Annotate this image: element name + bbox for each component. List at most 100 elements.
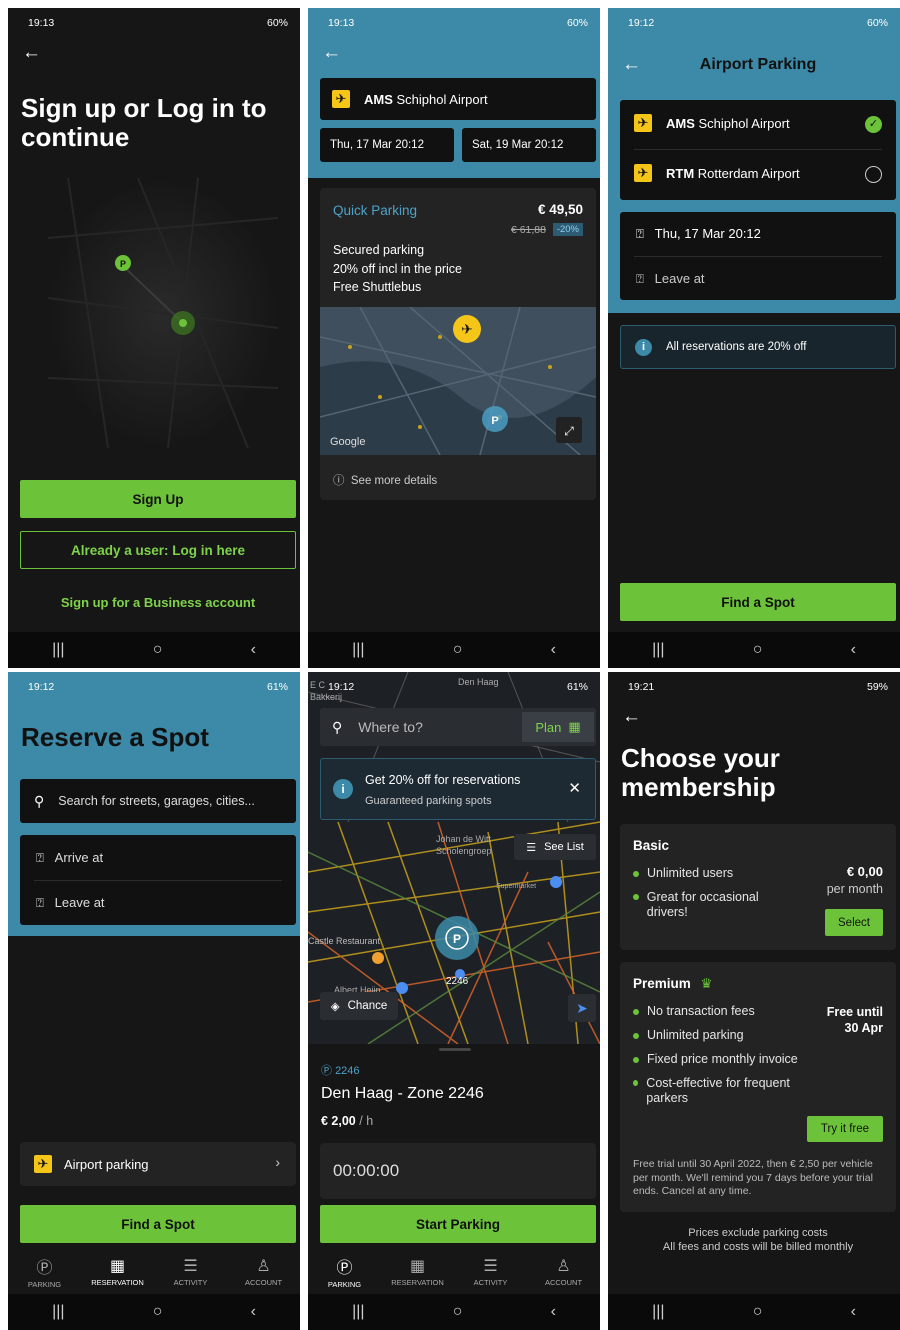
airport-selector[interactable]: ✈ AMS Schiphol Airport	[320, 78, 596, 120]
leave-field[interactable]: ⍰ Leave at	[36, 895, 105, 911]
plan-basic: Basic Unlimited users Great for occasion…	[620, 824, 896, 950]
nav-back-icon[interactable]: ‹	[251, 641, 256, 659]
time-selector: ⍰ Thu, 17 Mar 20:12 ⍰ Leave at	[620, 212, 896, 300]
info-icon: i	[333, 779, 353, 799]
date-to[interactable]: Sat, 19 Mar 20:12	[462, 128, 596, 162]
close-icon[interactable]: ✕	[568, 779, 581, 797]
plan-price: € 0,00	[846, 864, 883, 879]
try-free-button[interactable]: Try it free	[807, 1116, 883, 1142]
see-more-details[interactable]: ⓘ See more details	[333, 472, 437, 488]
tab-label: ACTIVITY	[473, 1277, 508, 1287]
airplane-icon: ✈	[634, 164, 652, 182]
system-nav: ||| ○ ‹	[308, 1294, 600, 1330]
footer-note: Prices exclude parking costs	[688, 1227, 828, 1239]
tab-account[interactable]: ♙ ACCOUNT	[529, 1256, 599, 1287]
parking-sign-icon: ⍰	[36, 850, 44, 865]
back-arrow-icon[interactable]: ←	[622, 706, 641, 728]
tab-account[interactable]: ♙ ACCOUNT	[229, 1256, 299, 1287]
airport-list: ✈ AMS Schiphol Airport ✓ ✈ RTM Rotterdam A…	[620, 100, 896, 200]
plan-price: Free until 30 Apr	[826, 1005, 883, 1035]
airport-parking-item[interactable]: ✈ Airport parking ›	[20, 1142, 296, 1186]
time-selector: ⍰ Arrive at ⍰ Leave at	[20, 835, 296, 925]
svg-text:Johan de Witt: Johan de Witt	[436, 834, 492, 844]
info-banner: i All reservations are 20% off	[620, 325, 896, 369]
leave-field[interactable]: ⍰ Leave at	[636, 271, 705, 287]
screen-signup: 19:13 60% ← Sign up or Log in to continue…	[8, 8, 300, 668]
layers-button[interactable]: ◈ Chance	[320, 992, 398, 1020]
feature-item: Secured parking	[333, 243, 425, 257]
parking-pin-icon: P	[435, 916, 479, 960]
leave-label: Leave at	[54, 895, 105, 910]
account-icon: ♙	[256, 1257, 271, 1275]
search-input[interactable]: ⚲ Search for streets, garages, cities...	[20, 779, 296, 823]
offer-card[interactable]: Quick Parking € 49,50 € 61,88 -20% Secur…	[320, 188, 596, 500]
battery-level: 60%	[266, 17, 288, 29]
find-spot-button[interactable]: Find a Spot	[620, 583, 896, 621]
shop-pin-icon	[396, 982, 408, 994]
plan-price-unit: per month	[826, 882, 883, 896]
airport-option-ams[interactable]: ✈ AMS Schiphol Airport	[634, 114, 790, 132]
airport-option-rtm[interactable]: ✈ RTM Rotterdam Airport	[634, 164, 800, 182]
system-nav: ||| ○ ‹	[308, 632, 600, 668]
promo-banner: i Get 20% off for reservations Guarantee…	[320, 758, 596, 820]
bottom-nav: Ⓟ PARKING ▦ RESERVATION ☰ ACTIVITY ♙ ACCOUNT	[308, 1248, 600, 1294]
login-button[interactable]: Already a user: Log in here	[20, 531, 296, 569]
info-text: All reservations are 20% off	[666, 341, 807, 353]
back-arrow-icon[interactable]: ←	[22, 42, 41, 64]
sign-up-button[interactable]: Sign Up	[20, 480, 296, 518]
feature-item: Free Shuttlebus	[333, 280, 422, 294]
arrive-field[interactable]: ⍰ Arrive at	[36, 850, 103, 866]
status-time: 19:13	[28, 17, 55, 29]
promo-subtitle: Guaranteed parking spots	[365, 795, 492, 807]
select-basic-button[interactable]: Select	[825, 909, 883, 936]
home-icon[interactable]: ○	[153, 641, 163, 659]
locate-icon[interactable]: ➤	[568, 994, 596, 1022]
product-name: Quick Parking	[333, 203, 418, 218]
svg-text:P: P	[120, 259, 126, 269]
old-price: € 61,88	[510, 224, 546, 236]
info-icon: i	[635, 338, 652, 356]
tab-parking[interactable]: Ⓟ PARKING	[310, 1254, 380, 1289]
drag-handle[interactable]	[439, 1048, 471, 1051]
svg-text:Supermarket: Supermarket	[496, 883, 536, 890]
parking-icon: Ⓟ	[36, 1259, 53, 1277]
tab-activity[interactable]: ☰ ACTIVITY	[156, 1256, 226, 1287]
activity-icon: ☰	[483, 1257, 498, 1275]
activity-icon: ☰	[183, 1257, 198, 1275]
tab-reservation[interactable]: ▦ RESERVATION	[83, 1256, 153, 1287]
plan-button[interactable]: Plan ▦	[522, 712, 594, 742]
date-from[interactable]: Thu, 17 Mar 20:12	[320, 128, 454, 162]
arrive-field[interactable]: ⍰ Thu, 17 Mar 20:12	[636, 226, 761, 242]
footer-note: All fees and costs will be billed monthl…	[662, 1241, 854, 1253]
start-parking-button[interactable]: Start Parking	[320, 1205, 596, 1243]
svg-text:✈: ✈	[461, 321, 473, 337]
recents-icon[interactable]: |||	[52, 641, 64, 659]
arrive-value: Thu, 17 Mar 20:12	[654, 226, 761, 241]
search-icon: ⚲	[34, 792, 45, 809]
svg-text:Castle Restaurant: Castle Restaurant	[308, 936, 381, 946]
airplane-icon: ✈	[34, 1155, 52, 1173]
details-label: See more details	[350, 475, 438, 487]
shop-pin-icon	[550, 876, 562, 888]
business-signup-link[interactable]: Sign up for a Business account	[8, 595, 300, 610]
feature-item: 20% off incl in the price	[333, 261, 463, 276]
airport-name: Schiphol Airport	[698, 115, 790, 131]
checkmark-icon: ✓	[865, 116, 882, 133]
screen-airport-parking: 19:12 60% ← Airport Parking ✈ AMS Schiphol…	[608, 8, 900, 668]
tab-parking[interactable]: Ⓟ PARKING	[10, 1254, 80, 1289]
tab-activity[interactable]: ☰ ACTIVITY	[456, 1256, 526, 1287]
crown-icon: ♛	[700, 976, 713, 991]
svg-text:P: P	[491, 415, 498, 427]
radio-icon[interactable]	[865, 166, 882, 183]
find-spot-button[interactable]: Find a Spot	[20, 1205, 296, 1243]
map-view[interactable]: ✈ P Google ⤢	[320, 307, 596, 455]
feature-item: Unlimited users	[633, 866, 798, 881]
feature-item: Cost-effective for frequent parkers	[633, 1076, 813, 1106]
airport-name: Schiphol Airport	[396, 91, 488, 107]
back-arrow-icon[interactable]: ←	[322, 42, 341, 64]
page-title: Choose your membership	[621, 743, 780, 802]
tab-reservation[interactable]: ▦ RESERVATION	[383, 1256, 453, 1287]
airport-code: AMS	[364, 91, 393, 107]
screen-airport-offer: 19:13 60% ← ✈ AMS Schiphol Airport Thu, 1…	[308, 8, 600, 668]
see-list-button[interactable]: ☰ See List	[514, 834, 596, 860]
